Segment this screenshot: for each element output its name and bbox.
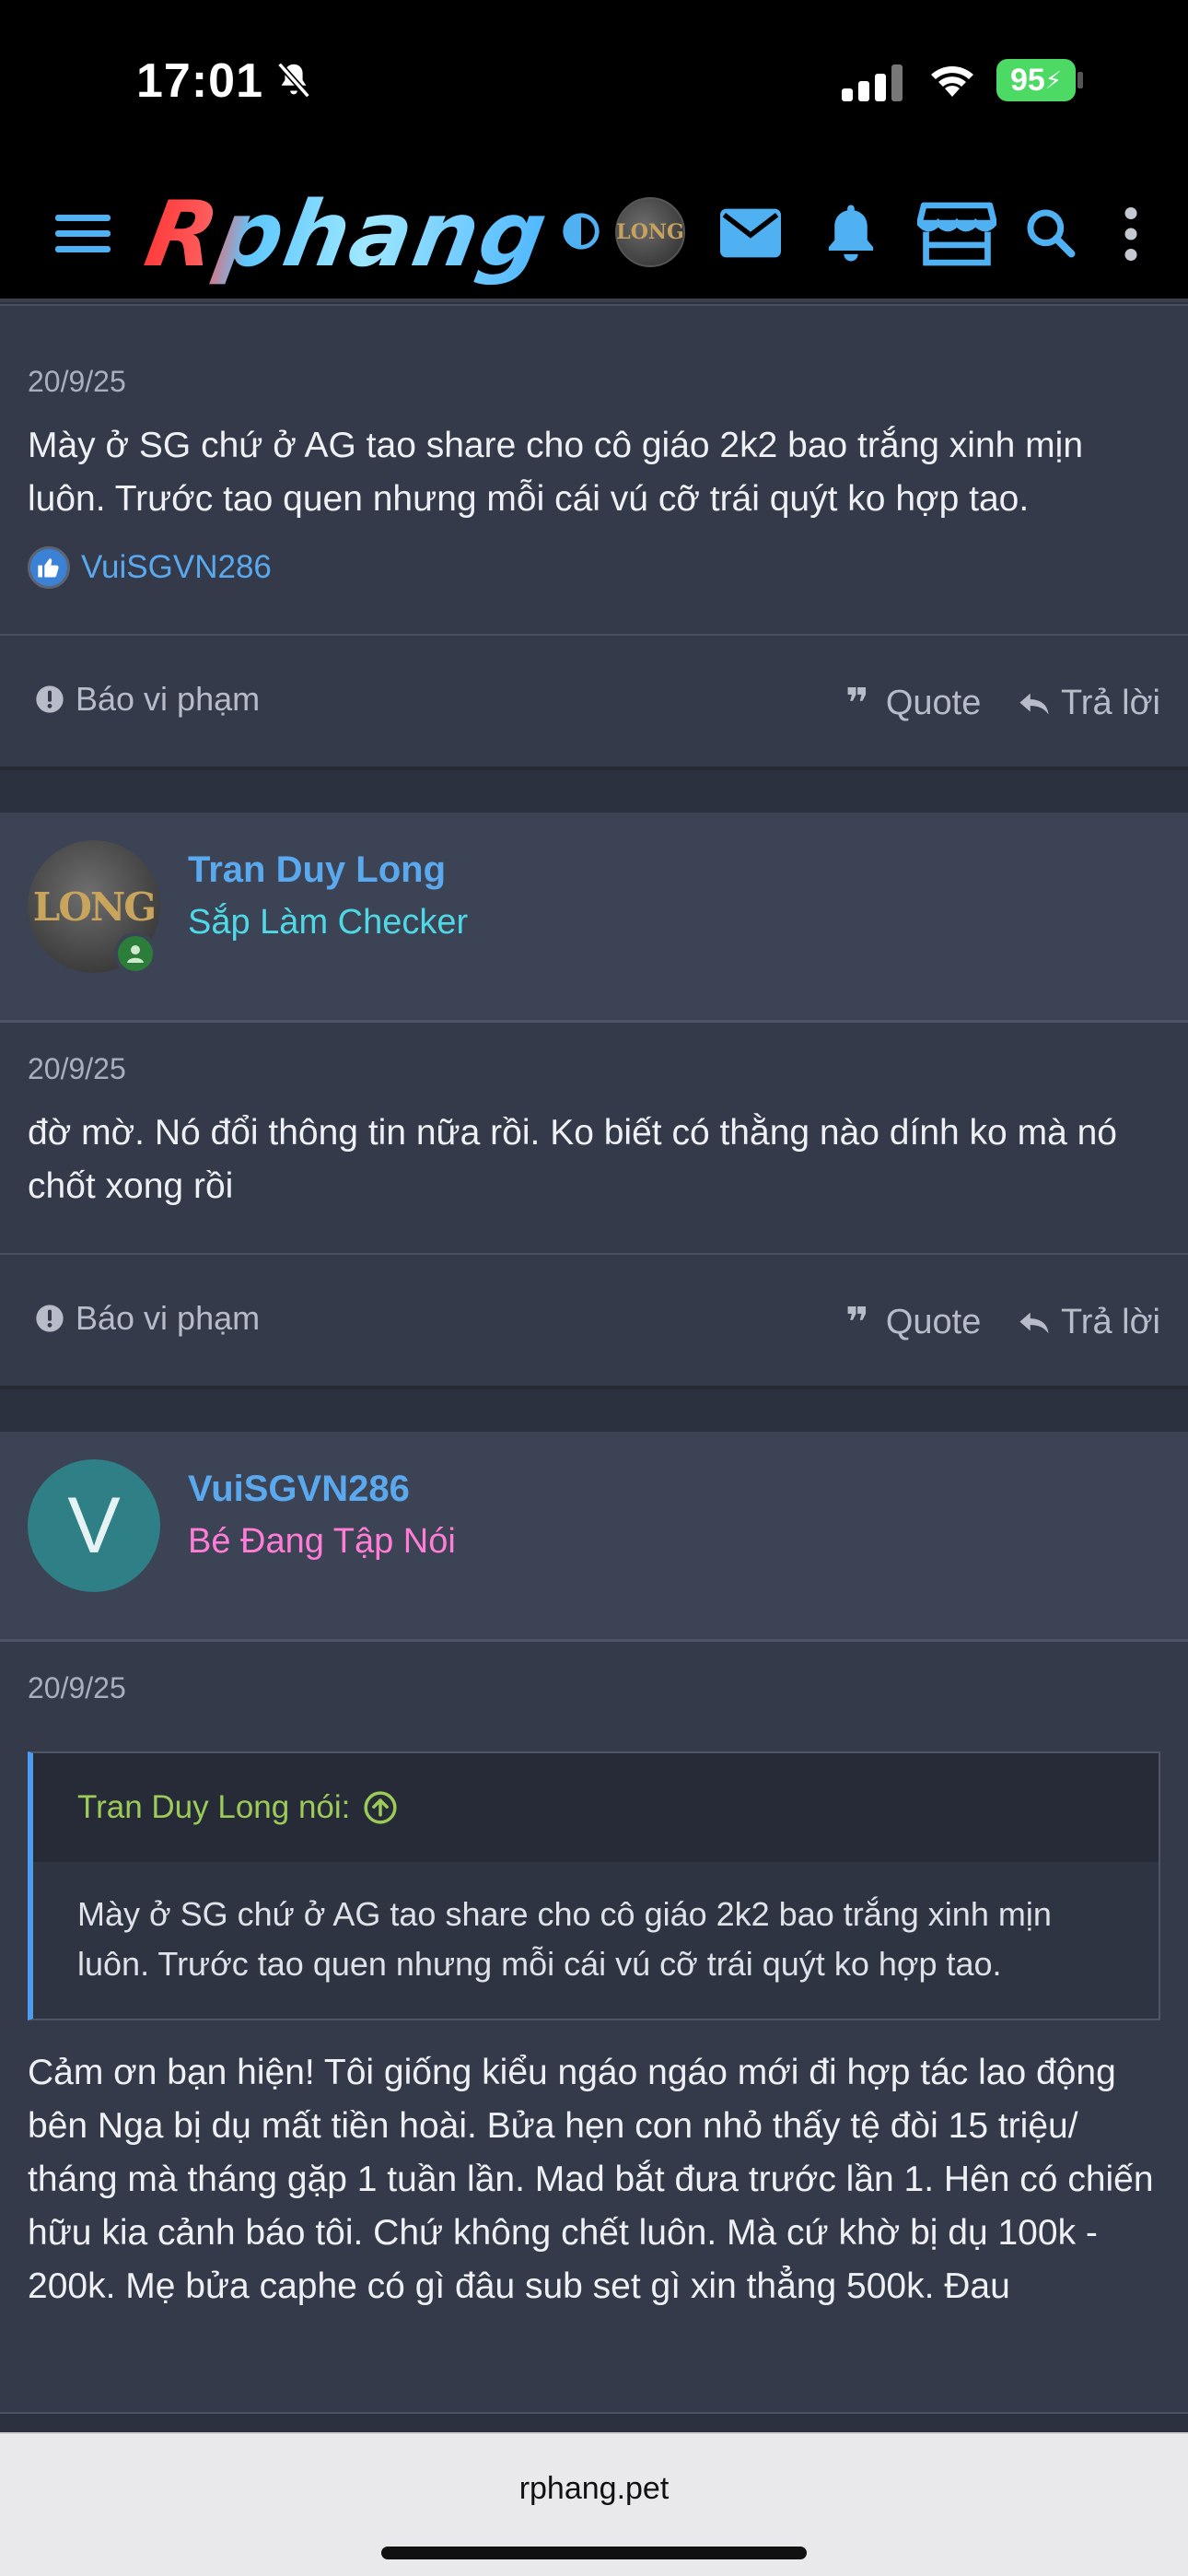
post-2-body: 20/9/25 đờ mờ. Nó đổi thông tin nữa rồi.…: [0, 1023, 1188, 1253]
thread-content: 20/9/25 Mày ở SG chứ ở AG tao share cho …: [0, 304, 1188, 2414]
account-avatar[interactable]: LONG: [615, 197, 685, 267]
cellular-signal-icon: [842, 64, 903, 101]
post-1-actions: Báo vi phạm ❞ Quote Trả lời: [0, 636, 1188, 770]
user-name-link[interactable]: Tran Duy Long: [188, 849, 446, 891]
report-label: Báo vi phạm: [76, 1299, 261, 1337]
quote-label: Quote: [885, 684, 982, 722]
theme-toggle-icon[interactable]: [560, 210, 602, 252]
post-3-user-header: V VuiSGVN286 Bé Đang Tập Nói: [0, 1432, 1188, 1642]
alert-icon: [36, 685, 64, 713]
post-message: đờ mờ. Nó đổi thông tin nữa rồi. Ko biết…: [28, 1113, 1117, 1206]
reply-button[interactable]: Trả lời: [1019, 1303, 1160, 1342]
reaction-user-link[interactable]: VuiSGVN286: [81, 549, 272, 586]
quote-button[interactable]: ❞ Quote: [845, 680, 982, 726]
search-icon[interactable]: [1024, 206, 1076, 258]
battery-indicator: 95 ⚡: [996, 59, 1076, 101]
post-date[interactable]: 20/9/25: [28, 365, 1160, 399]
quote-marks-icon: ❞: [845, 1299, 869, 1345]
online-status-icon: [114, 932, 157, 975]
more-options-icon[interactable]: [1118, 206, 1144, 262]
silent-bell-icon: [277, 62, 310, 99]
user-name-link[interactable]: VuiSGVN286: [188, 1469, 410, 1510]
report-button[interactable]: Báo vi phạm: [35, 1299, 260, 1338]
user-avatar[interactable]: V: [28, 1459, 160, 1592]
home-indicator[interactable]: [381, 2547, 807, 2559]
store-icon[interactable]: [917, 201, 996, 267]
post-2-user-header: LONG Tran Duy Long Sắp Làm Checker: [0, 813, 1188, 1023]
app-header: Rphang LONG: [0, 166, 1188, 302]
quote-block: Tran Duy Long nói: Mày ở SG chứ ở AG tao…: [28, 1751, 1160, 2020]
url-text[interactable]: rphang.pet: [0, 2471, 1188, 2507]
post-1-body: 20/9/25 Mày ở SG chứ ở AG tao share cho …: [0, 304, 1188, 634]
avatar-letter: V: [67, 1481, 121, 1570]
post-date[interactable]: 20/9/25: [0, 1671, 1188, 1705]
report-label: Báo vi phạm: [76, 680, 261, 718]
quote-label: Quote: [885, 1303, 982, 1341]
quote-marks-icon: ❞: [845, 680, 869, 726]
quote-button[interactable]: ❞ Quote: [845, 1299, 982, 1345]
charging-bolt-icon: ⚡: [1044, 65, 1063, 94]
post-gap: [0, 1389, 1188, 1432]
user-title: Sắp Làm Checker: [188, 903, 469, 942]
report-button[interactable]: Báo vi phạm: [35, 680, 260, 719]
reply-icon: [1019, 1312, 1049, 1333]
battery-cap: [1077, 72, 1083, 88]
site-logo[interactable]: Rphang: [138, 182, 556, 287]
quote-header[interactable]: Tran Duy Long nói:: [33, 1753, 1159, 1862]
reply-button[interactable]: Trả lời: [1019, 684, 1160, 723]
notification-bell-icon[interactable]: [821, 203, 880, 263]
account-avatar-text: LONG: [616, 220, 684, 244]
reply-label: Trả lời: [1061, 684, 1160, 722]
menu-icon[interactable]: [55, 210, 111, 256]
status-time: 17:01: [136, 54, 263, 108]
post-2-actions: Báo vi phạm ❞ Quote Trả lời: [0, 1255, 1188, 1389]
post-message: Mày ở SG chứ ở AG tao share cho cô giáo …: [28, 426, 1084, 519]
alert-icon: [36, 1305, 64, 1332]
quote-author: Tran Duy Long nói:: [77, 1789, 351, 1825]
status-bar: 17:01 95 ⚡: [0, 0, 1188, 166]
reply-icon: [1019, 693, 1049, 714]
post-gap: [0, 770, 1188, 813]
reaction-bar[interactable]: VuiSGVN286: [28, 546, 1160, 589]
post-date[interactable]: 20/9/25: [28, 1052, 1160, 1086]
post-message: Cảm ơn bạn hiện! Tôi giống kiểu ngáo ngá…: [28, 2053, 1154, 2306]
user-title: Bé Đang Tập Nói: [188, 1522, 456, 1561]
mail-icon[interactable]: [720, 208, 781, 258]
reply-label: Trả lời: [1061, 1303, 1160, 1341]
quoted-message: Mày ở SG chứ ở AG tao share cho cô giáo …: [33, 1862, 1159, 2019]
avatar-logo-text: LONG: [32, 884, 157, 930]
wifi-icon: [931, 66, 973, 97]
like-reaction-icon: [28, 546, 70, 589]
post-3-body: 20/9/25 Tran Duy Long nói: Mày ở SG chứ …: [0, 1642, 1188, 2414]
battery-level: 95: [1009, 62, 1045, 98]
jump-to-quote-icon[interactable]: [363, 1790, 398, 1825]
browser-address-bar[interactable]: rphang.pet: [0, 2432, 1188, 2576]
